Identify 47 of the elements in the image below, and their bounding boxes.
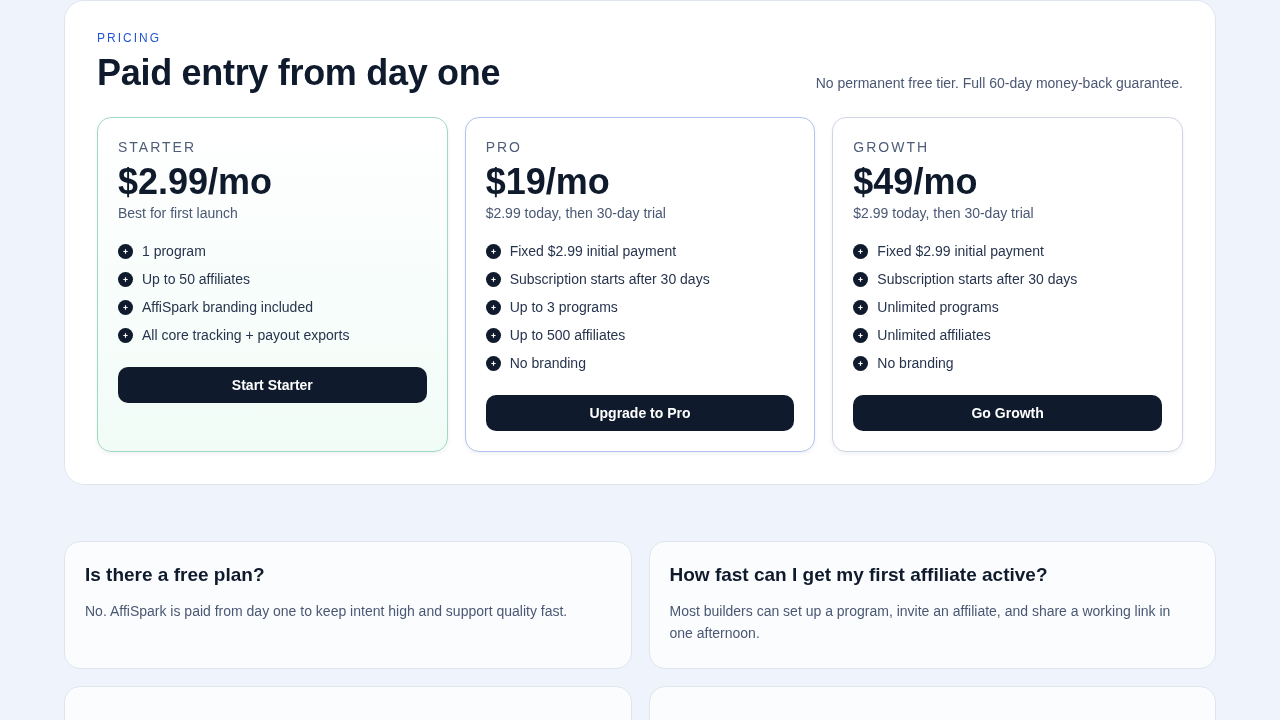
feature-text: AffiSpark branding included bbox=[142, 299, 313, 315]
feature-text: Subscription starts after 30 days bbox=[509, 271, 710, 287]
plan-button[interactable]: Upgrade to Pro bbox=[485, 395, 795, 431]
faq-answer: Most builders can set up a program, invite an affiliate, and share a working link in one afternoon. bbox=[669, 602, 1172, 643]
plan-price: $2.99/mo bbox=[118, 161, 274, 203]
plus-bullet-icon bbox=[853, 299, 869, 315]
faq-question: Is there a free plan? bbox=[85, 564, 266, 586]
faq-answer: No. AffiSpark is paid from day one to keep intent high and support quality fast. bbox=[85, 602, 569, 621]
plan-name: STARTER bbox=[118, 139, 198, 155]
section-title: Paid entry from day one bbox=[97, 53, 501, 93]
plus-bullet-icon bbox=[853, 327, 869, 343]
plan-subtitle: Best for first launch bbox=[118, 205, 239, 221]
plus-bullet-icon bbox=[485, 299, 501, 315]
plan-button[interactable]: Go Growth bbox=[853, 395, 1162, 431]
feature-text: No branding bbox=[509, 355, 586, 371]
feature-text: Unlimited programs bbox=[877, 299, 999, 315]
plus-bullet-icon bbox=[485, 355, 501, 371]
plus-bullet-icon bbox=[118, 327, 133, 343]
plan-name: PRO bbox=[485, 139, 523, 155]
plan-price: $19/mo bbox=[485, 161, 611, 203]
feature-text: Unlimited affiliates bbox=[877, 327, 991, 343]
plus-bullet-icon bbox=[485, 243, 501, 259]
feature-text: Up to 3 programs bbox=[509, 299, 618, 315]
plus-bullet-icon bbox=[118, 243, 133, 259]
feature-text: 1 program bbox=[142, 243, 206, 259]
plan-subtitle: $2.99 today, then 30-day trial bbox=[485, 205, 667, 221]
section-eyebrow: PRICING bbox=[97, 31, 162, 45]
feature-text: All core tracking + payout exports bbox=[142, 327, 350, 343]
guarantee-note: No permanent free tier. Full 60-day money-back guarantee. bbox=[815, 75, 1183, 93]
plus-bullet-icon bbox=[853, 243, 869, 259]
faq-question: How fast can I get my first affiliate active? bbox=[669, 564, 1049, 586]
plus-bullet-icon bbox=[118, 271, 133, 287]
plan-price: $49/mo bbox=[853, 161, 979, 203]
feature-text: Up to 500 affiliates bbox=[509, 327, 626, 343]
feature-text: Subscription starts after 30 days bbox=[877, 271, 1078, 287]
feature-text: No branding bbox=[877, 355, 954, 371]
plan-button[interactable]: Start Starter bbox=[118, 367, 427, 403]
feature-text: Fixed $2.99 initial payment bbox=[877, 243, 1044, 259]
plus-bullet-icon bbox=[485, 271, 501, 287]
plus-bullet-icon bbox=[118, 299, 133, 315]
plan-name: GROWTH bbox=[853, 139, 931, 155]
plus-bullet-icon bbox=[853, 271, 869, 287]
feature-text: Up to 50 affiliates bbox=[142, 271, 250, 287]
plus-bullet-icon bbox=[485, 327, 501, 343]
feature-text: Fixed $2.99 initial payment bbox=[509, 243, 677, 259]
plan-subtitle: $2.99 today, then 30-day trial bbox=[853, 205, 1035, 221]
plus-bullet-icon bbox=[853, 355, 869, 371]
